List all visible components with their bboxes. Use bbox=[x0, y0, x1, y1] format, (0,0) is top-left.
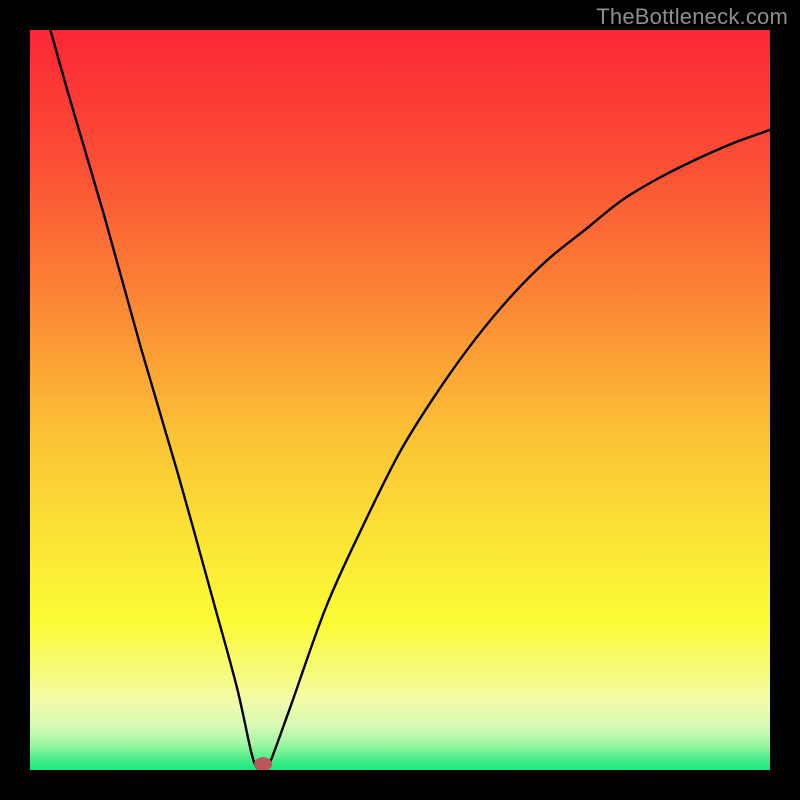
plot-area bbox=[30, 30, 770, 770]
watermark-text: TheBottleneck.com bbox=[596, 4, 788, 30]
gradient-background bbox=[30, 30, 770, 770]
chart-svg bbox=[30, 30, 770, 770]
chart-container: TheBottleneck.com bbox=[0, 0, 800, 800]
